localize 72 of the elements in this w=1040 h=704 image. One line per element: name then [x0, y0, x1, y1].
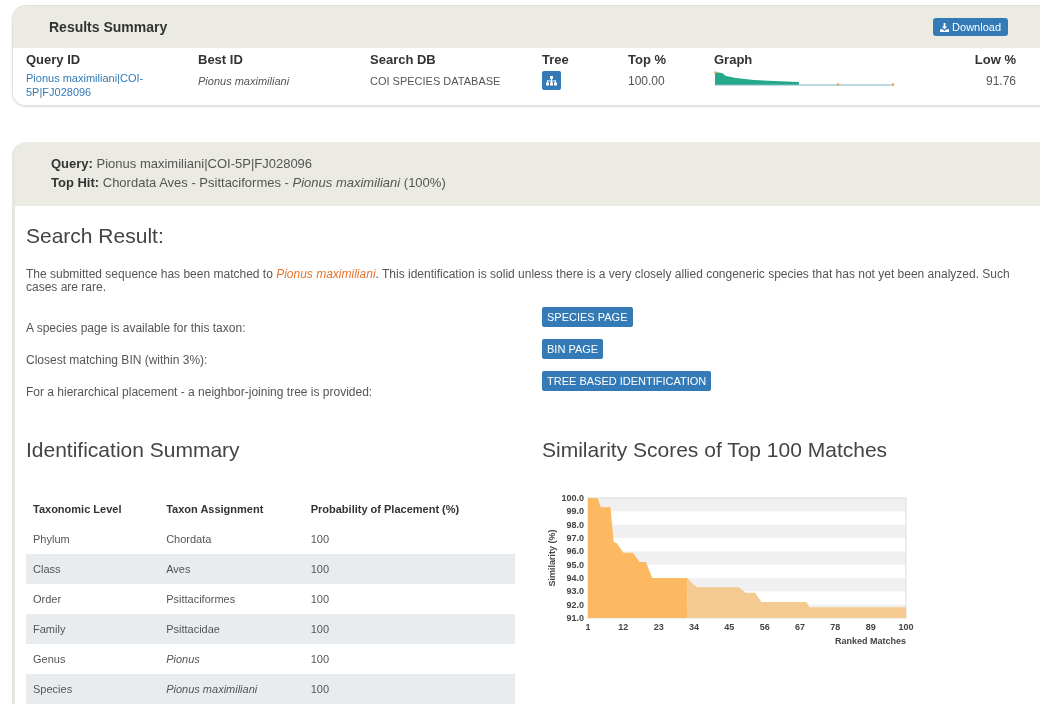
x-tick-label: 1 — [585, 622, 591, 632]
table-cell: 100 — [303, 614, 515, 644]
x-tick-label: 34 — [689, 622, 699, 632]
column-header: Probability of Placement (%) — [309, 502, 461, 517]
chart-title: Similarity Scores of Top 100 Matches — [542, 438, 889, 462]
section-heading: Identification Summary — [26, 438, 241, 462]
download-icon — [940, 22, 950, 32]
section-title: Results Summary — [49, 19, 168, 35]
top-percent: 100.00 — [628, 74, 665, 88]
y-axis-label: Similarity (%) — [547, 529, 557, 587]
page-link-button[interactable]: TREE BASED IDENTIFICATION — [542, 371, 712, 391]
query-id-link[interactable]: Pionus maximiliani|COI-5P|FJ028096 — [26, 71, 161, 99]
x-tick-label: 67 — [795, 622, 805, 632]
column-header: Taxonomic Level — [32, 502, 123, 517]
table-cell: Psittacidae — [159, 614, 304, 644]
table-cell: Aves — [159, 554, 304, 584]
table-cell: Genus — [26, 644, 160, 674]
column-header: Low % — [973, 52, 1016, 67]
search-db: COI SPECIES DATABASE — [370, 75, 501, 87]
link-description: A species page is available for this taxon: — [26, 321, 247, 336]
x-tick-label: 23 — [653, 622, 664, 632]
table-cell: Pionus maximiliani — [159, 674, 304, 704]
y-tick-label: 98.0 — [566, 519, 584, 530]
hierarchy-icon — [546, 75, 557, 86]
table-cell: Phylum — [26, 524, 160, 554]
column-header: Graph — [714, 52, 754, 67]
low-percent: 91.76 — [985, 74, 1016, 88]
x-tick-label: 12 — [618, 622, 629, 632]
table-cell: 100 — [303, 524, 515, 554]
table-cell: Chordata — [159, 524, 304, 554]
query-line: Query: Pionus maximiliani|COI-5P|FJ028096 — [51, 155, 314, 173]
x-tick-label: 89 — [865, 622, 876, 632]
table-cell: 100 — [303, 674, 515, 704]
download-button[interactable]: Download — [933, 18, 1008, 36]
link-description: For a hierarchical placement - a neighbor-joining tree is provided: — [26, 385, 374, 400]
column-header: Query ID — [26, 52, 82, 67]
section-heading: Search Result: — [26, 224, 165, 248]
column-header: Tree — [542, 52, 570, 67]
tree-button[interactable] — [542, 71, 561, 90]
page-link-button[interactable]: BIN PAGE — [542, 339, 604, 359]
table-cell: 100 — [303, 644, 515, 674]
page-link-button[interactable]: SPECIES PAGE — [542, 307, 633, 327]
y-tick-label: 100.0 — [561, 493, 584, 503]
column-header: Search DB — [370, 52, 437, 67]
table-cell: Pionus — [159, 644, 304, 674]
x-axis-label: Ranked Matches — [834, 636, 906, 646]
table-cell: Class — [26, 554, 160, 584]
y-tick-label: 96.0 — [566, 546, 584, 557]
table-cell: Species — [26, 674, 160, 704]
y-tick-label: 93.0 — [566, 586, 584, 597]
x-tick-label: 56 — [759, 622, 770, 632]
column-header: Top % — [628, 52, 668, 67]
y-tick-label: 97.0 — [566, 533, 584, 543]
y-tick-label: 94.0 — [566, 573, 584, 583]
column-header: Taxon Assignment — [165, 502, 265, 517]
best-id: Pionus maximiliani — [198, 75, 290, 87]
table-cell: Psittaciformes — [159, 584, 304, 614]
y-tick-label: 91.0 — [566, 613, 584, 623]
x-tick-label: 100 — [898, 622, 914, 632]
table-cell: 100 — [303, 584, 515, 614]
y-tick-label: 92.0 — [566, 599, 584, 610]
result-summary-text: The submitted sequence has been matched to Pionus maximiliani. This identification is solid unless there is a very closely allied congeneric species that has not yet been analyzed. Such cases are rare. — [26, 268, 1011, 294]
table-cell: Order — [26, 584, 160, 614]
x-tick-label: 45 — [724, 622, 735, 632]
column-header: Best ID — [198, 52, 244, 67]
x-tick-label: 78 — [830, 622, 841, 632]
table-cell: Family — [26, 614, 160, 644]
y-tick-label: 99.0 — [566, 506, 584, 517]
link-description: Closest matching BIN (within 3%): — [26, 353, 209, 368]
top-hit-line: Top Hit: Chordata Aves - Psittaciformes - Pionus maximiliani (100%) — [51, 174, 447, 192]
y-tick-label: 95.0 — [566, 559, 584, 570]
table-cell: 100 — [303, 554, 515, 584]
